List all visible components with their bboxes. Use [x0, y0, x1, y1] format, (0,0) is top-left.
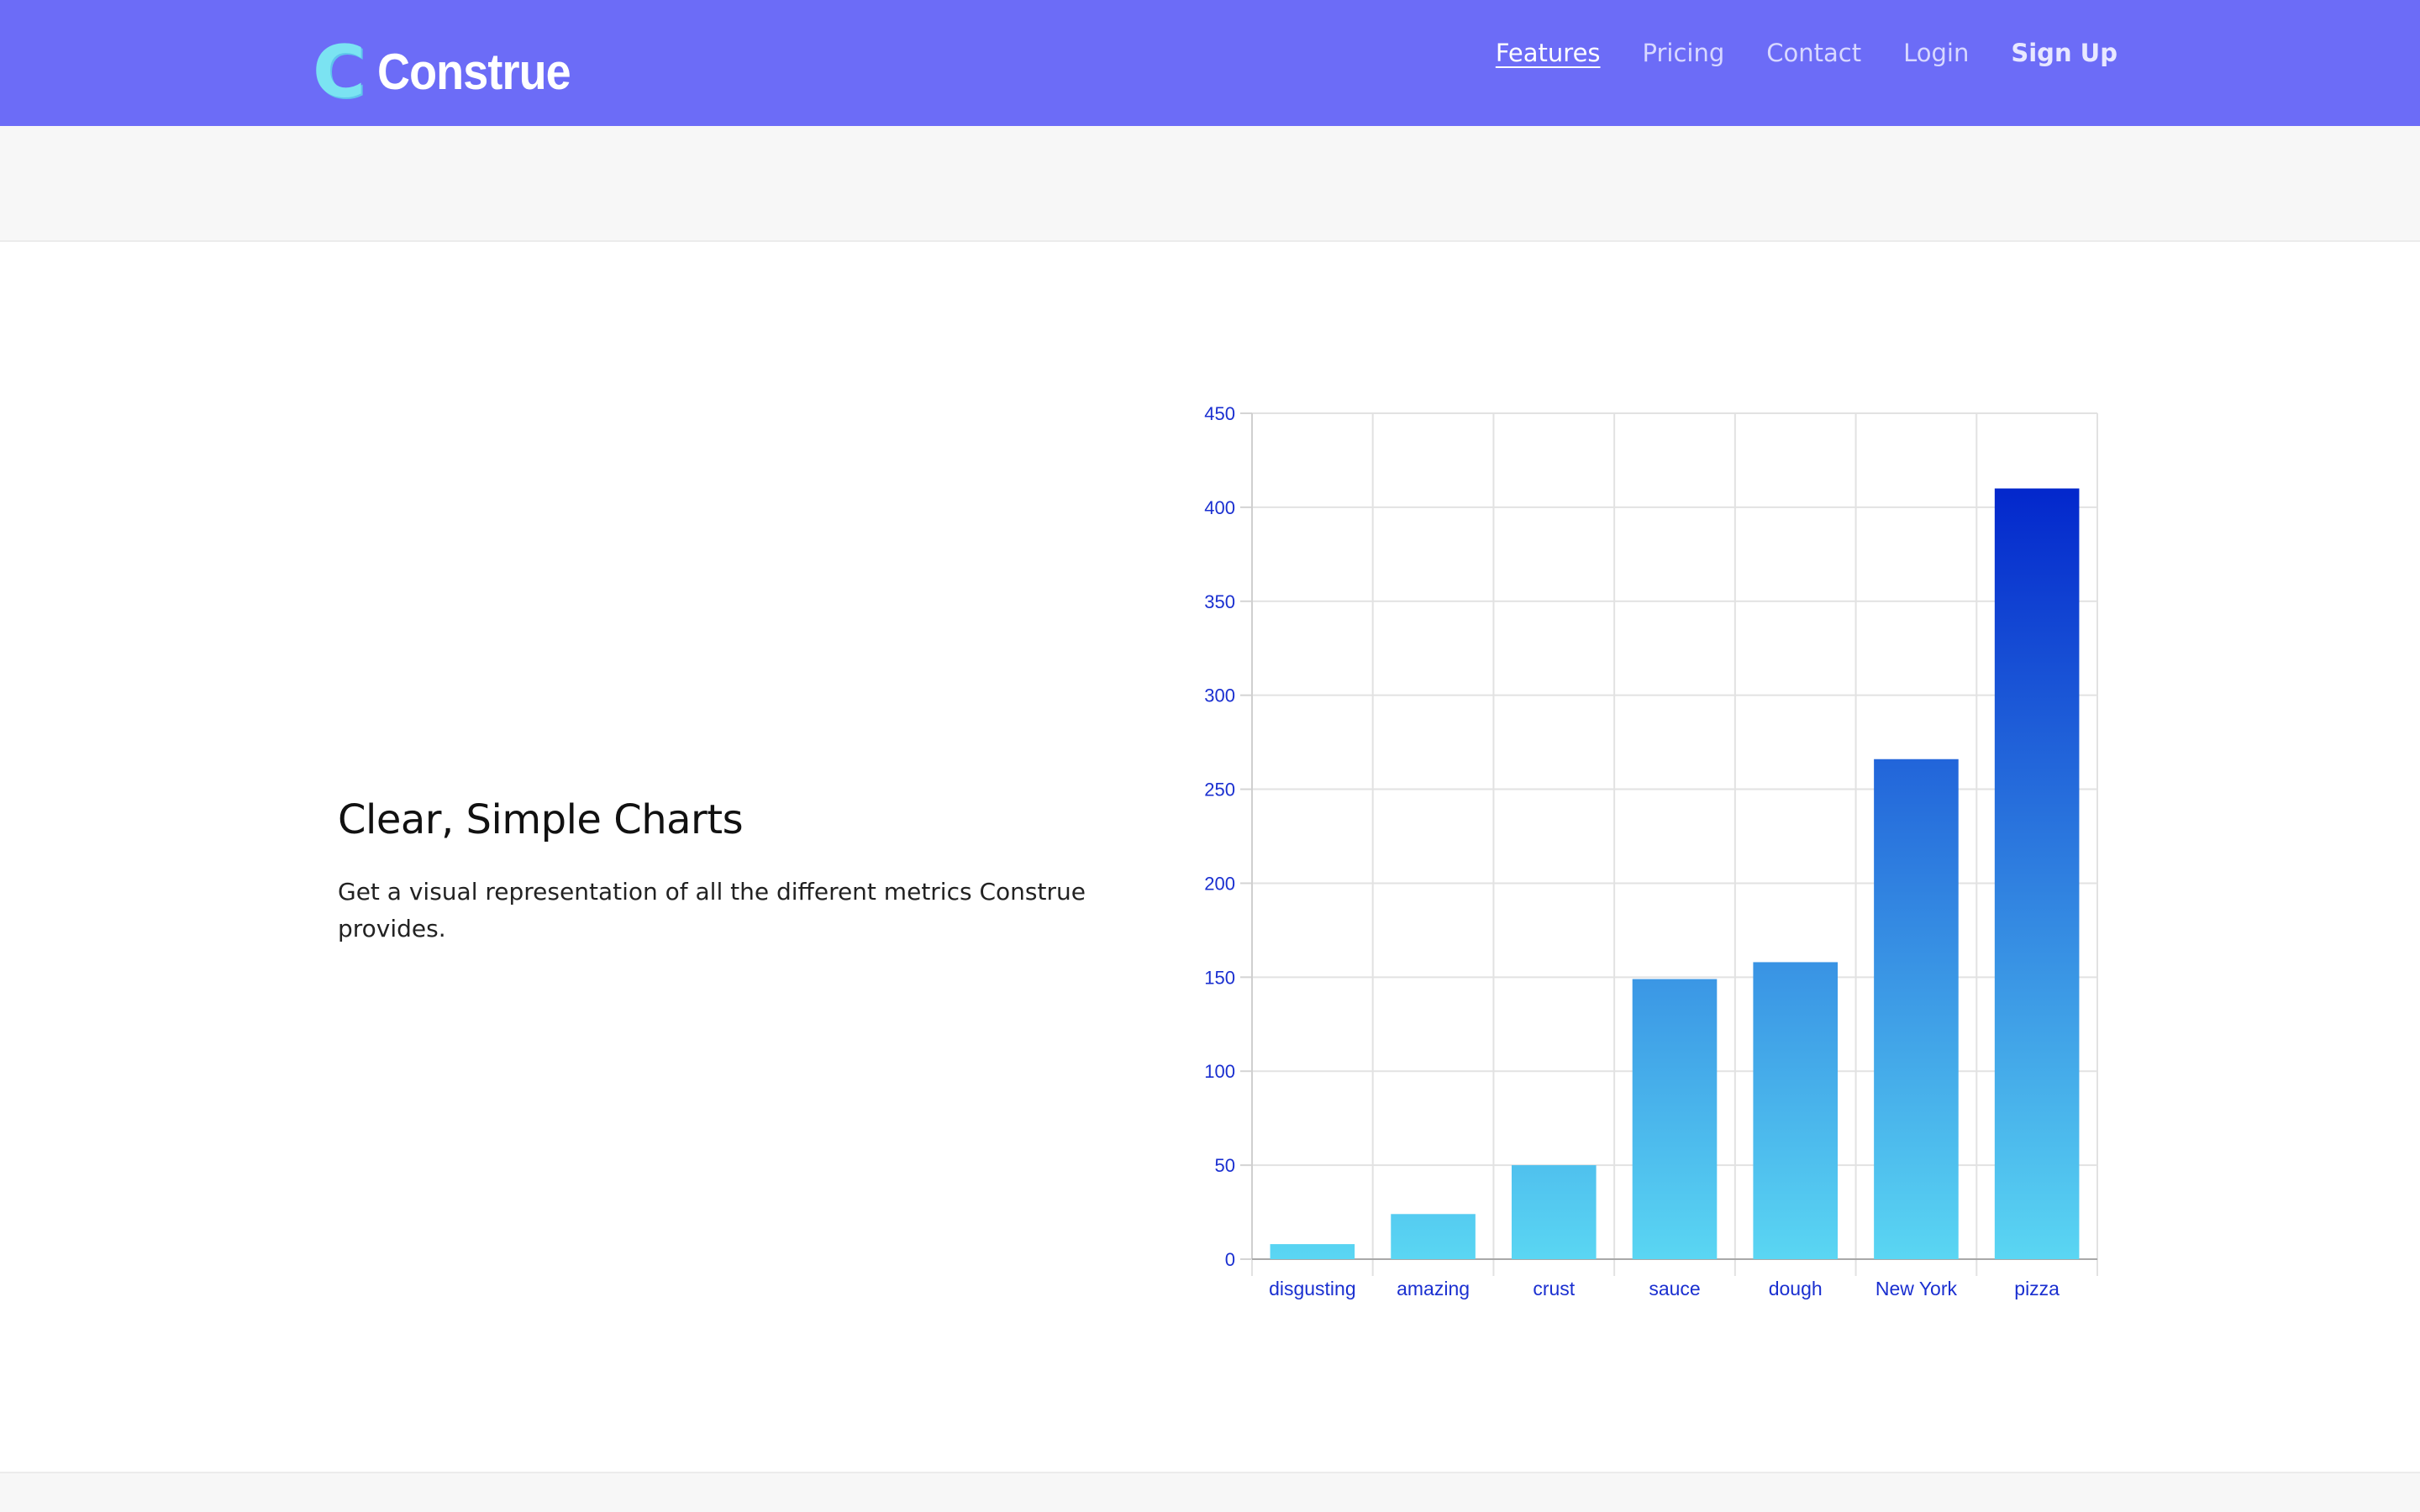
y-tick-label: 50 [1215, 1155, 1235, 1176]
x-tick-label: dough [1769, 1278, 1823, 1299]
bar-new-york [1874, 759, 1959, 1259]
feature-description: Get a visual representation of all the d… [338, 878, 1086, 942]
y-tick-label: 300 [1204, 685, 1235, 706]
nav-pricing-link[interactable]: Pricing [1643, 39, 1725, 67]
bar-dough [1753, 962, 1839, 1259]
y-tick-label: 350 [1204, 591, 1235, 612]
y-tick-label: 0 [1225, 1249, 1235, 1270]
x-tick-label: disgusting [1269, 1278, 1356, 1299]
y-tick-label: 100 [1204, 1061, 1235, 1082]
nav-features-link[interactable]: Features [1496, 39, 1601, 67]
feature-section: Clear, Simple Charts Get a visual repres… [338, 796, 1094, 948]
bar-crust [1511, 1165, 1597, 1259]
navbar: C Construe Features Pricing Contact Logi… [0, 0, 2420, 126]
footer-band [0, 1472, 2420, 1512]
x-tick-label: New York [1876, 1278, 1958, 1299]
brand-logo[interactable]: C Construe [313, 30, 592, 114]
bar-amazing [1391, 1214, 1476, 1259]
bar-sauce [1632, 979, 1718, 1259]
bar-disgusting [1270, 1244, 1355, 1259]
y-tick-label: 450 [1204, 403, 1235, 424]
y-tick-label: 400 [1204, 497, 1235, 518]
x-tick-label: sauce [1649, 1278, 1700, 1299]
logo-icon: C [313, 30, 366, 114]
bar-pizza [1994, 488, 2080, 1259]
y-tick-label: 150 [1204, 967, 1235, 988]
nav-contact-link[interactable]: Contact [1766, 39, 1861, 67]
y-tick-label: 250 [1204, 780, 1235, 801]
bar-chart: 0 50 100 150 200 250 300 350 400 450 disgusting ama… [1204, 403, 2098, 1299]
x-tick-label: amazing [1397, 1278, 1470, 1299]
x-tick-label: pizza [2014, 1278, 2060, 1299]
brand-name: Construe [377, 44, 571, 100]
sub-header-band [0, 126, 2420, 242]
y-tick-label: 200 [1204, 873, 1235, 894]
main-nav: Features Pricing Contact Login Sign Up [1496, 32, 2118, 74]
x-tick-label: crust [1533, 1278, 1575, 1299]
nav-login-link[interactable]: Login [1903, 39, 1969, 67]
nav-signup-link[interactable]: Sign Up [2011, 39, 2118, 67]
feature-title: Clear, Simple Charts [338, 796, 744, 843]
